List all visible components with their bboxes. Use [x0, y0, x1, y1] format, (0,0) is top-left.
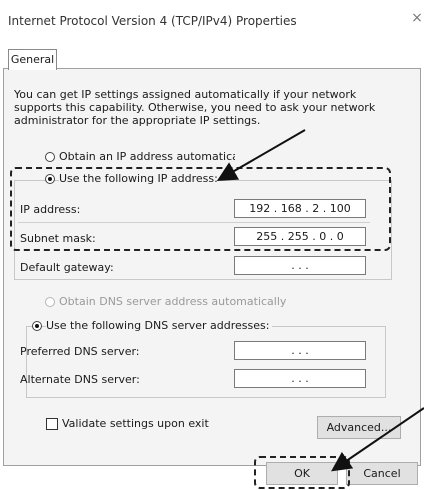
window-title: Internet Protocol Version 4 (TCP/IPv4) P…: [8, 14, 297, 28]
default-gateway-field[interactable]: . . .: [234, 256, 366, 275]
description-text: You can get IP settings assigned automat…: [14, 88, 376, 127]
use-following-dns-label[interactable]: Use the following DNS server addresses:: [46, 319, 273, 332]
validate-label[interactable]: Validate settings upon exit: [62, 417, 209, 430]
default-gateway-label: Default gateway:: [20, 261, 114, 274]
validate-checkbox[interactable]: [46, 418, 58, 430]
radio-use-following-dns[interactable]: [32, 321, 42, 331]
close-icon[interactable]: ×: [410, 10, 424, 26]
alternate-dns-field[interactable]: . . .: [234, 369, 366, 388]
obtain-ip-auto-label[interactable]: Obtain an IP address automatically: [59, 150, 235, 163]
preferred-dns-field[interactable]: . . .: [234, 341, 366, 360]
radio-obtain-ip-auto[interactable]: [45, 152, 55, 162]
preferred-dns-label: Preferred DNS server:: [20, 345, 140, 358]
tab-general[interactable]: General: [8, 49, 57, 70]
annotation-ok-highlight: [254, 456, 350, 489]
alternate-dns-label: Alternate DNS server:: [20, 373, 140, 386]
obtain-dns-auto-label[interactable]: Obtain DNS server address automatically: [59, 295, 286, 308]
radio-obtain-dns-auto[interactable]: [45, 297, 55, 307]
cancel-button[interactable]: Cancel: [346, 462, 418, 485]
annotation-ip-highlight: [10, 167, 391, 251]
advanced-button[interactable]: Advanced...: [317, 416, 401, 439]
